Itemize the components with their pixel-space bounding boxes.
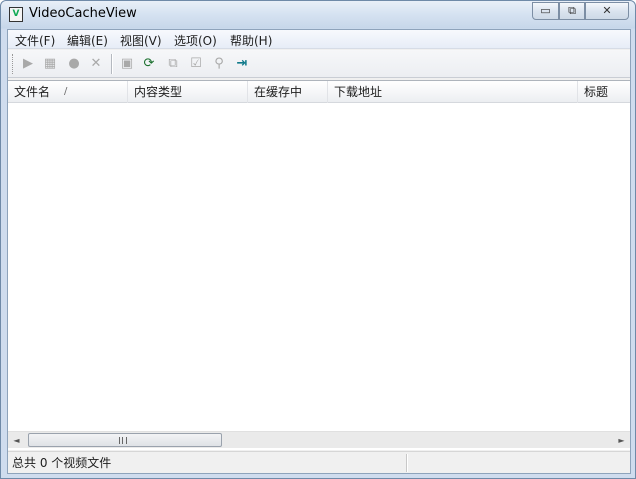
column-filename[interactable]: 文件名 / [8, 81, 128, 103]
scroll-right-icon[interactable]: ► [613, 432, 630, 449]
list-header: 文件名 / 内容类型 在缓存中 下载地址 标题 [8, 81, 630, 103]
toolbar: ▶ ▦ ● ✕ ▣ ⟳ ⧉ ☑ ⚲ ⇥ [8, 50, 630, 78]
exit-icon[interactable]: ⇥ [233, 55, 251, 73]
maximize-button[interactable]: ⧉ [559, 2, 585, 20]
horizontal-scrollbar[interactable]: ◄ ► [8, 431, 630, 448]
minimize-button[interactable]: ▭ [532, 2, 559, 20]
client-area: 文件(F) 编辑(E) 视图(V) 选项(O) 帮助(H) ▶ ▦ ● ✕ ▣ … [7, 29, 631, 474]
menu-options[interactable]: 选项(O) [174, 32, 217, 49]
menu-help[interactable]: 帮助(H) [230, 32, 272, 49]
menu-file[interactable]: 文件(F) [15, 32, 55, 49]
sort-indicator-icon: / [64, 86, 68, 97]
video-list[interactable]: 文件名 / 内容类型 在缓存中 下载地址 标题 ◄ ► [8, 80, 630, 450]
properties-icon[interactable]: ☑ [187, 55, 205, 73]
app-window: V VideoCacheView ▭ ⧉ ✕ 文件(F) 编辑(E) 视图(V)… [0, 0, 636, 479]
record-icon[interactable]: ● [65, 55, 83, 73]
refresh-icon[interactable]: ⟳ [140, 55, 158, 73]
status-divider [406, 454, 407, 472]
menu-bar: 文件(F) 编辑(E) 视图(V) 选项(O) 帮助(H) [8, 30, 630, 49]
menu-view[interactable]: 视图(V) [120, 32, 162, 49]
thumb-grip-icon [119, 437, 127, 444]
toolbar-grip[interactable] [12, 54, 14, 74]
column-download-url[interactable]: 下载地址 [328, 81, 578, 103]
status-bar: 总共 0 个视频文件 [8, 451, 630, 473]
toolbar-separator [111, 54, 112, 74]
copy-icon[interactable]: ⧉ [164, 55, 182, 73]
close-button[interactable]: ✕ [585, 2, 629, 20]
status-panel-secondary [410, 454, 626, 472]
scroll-thumb[interactable] [28, 433, 222, 447]
delete-icon[interactable]: ✕ [87, 55, 105, 73]
title-bar[interactable]: V VideoCacheView ▭ ⧉ ✕ [1, 1, 635, 28]
menu-edit[interactable]: 编辑(E) [67, 32, 108, 49]
copy-files-icon[interactable]: ▦ [41, 55, 59, 73]
column-filename-label: 文件名 [14, 85, 51, 99]
find-icon[interactable]: ⚲ [210, 55, 228, 73]
column-in-cache[interactable]: 在缓存中 [248, 81, 328, 103]
column-content-type[interactable]: 内容类型 [128, 81, 248, 103]
play-icon[interactable]: ▶ [19, 55, 37, 73]
save-icon[interactable]: ▣ [118, 55, 136, 73]
window-title: VideoCacheView [29, 6, 137, 21]
app-icon[interactable]: V [9, 7, 23, 22]
scroll-left-icon[interactable]: ◄ [8, 432, 25, 449]
status-count: 总共 0 个视频文件 [12, 456, 112, 470]
column-title[interactable]: 标题 [578, 81, 630, 103]
